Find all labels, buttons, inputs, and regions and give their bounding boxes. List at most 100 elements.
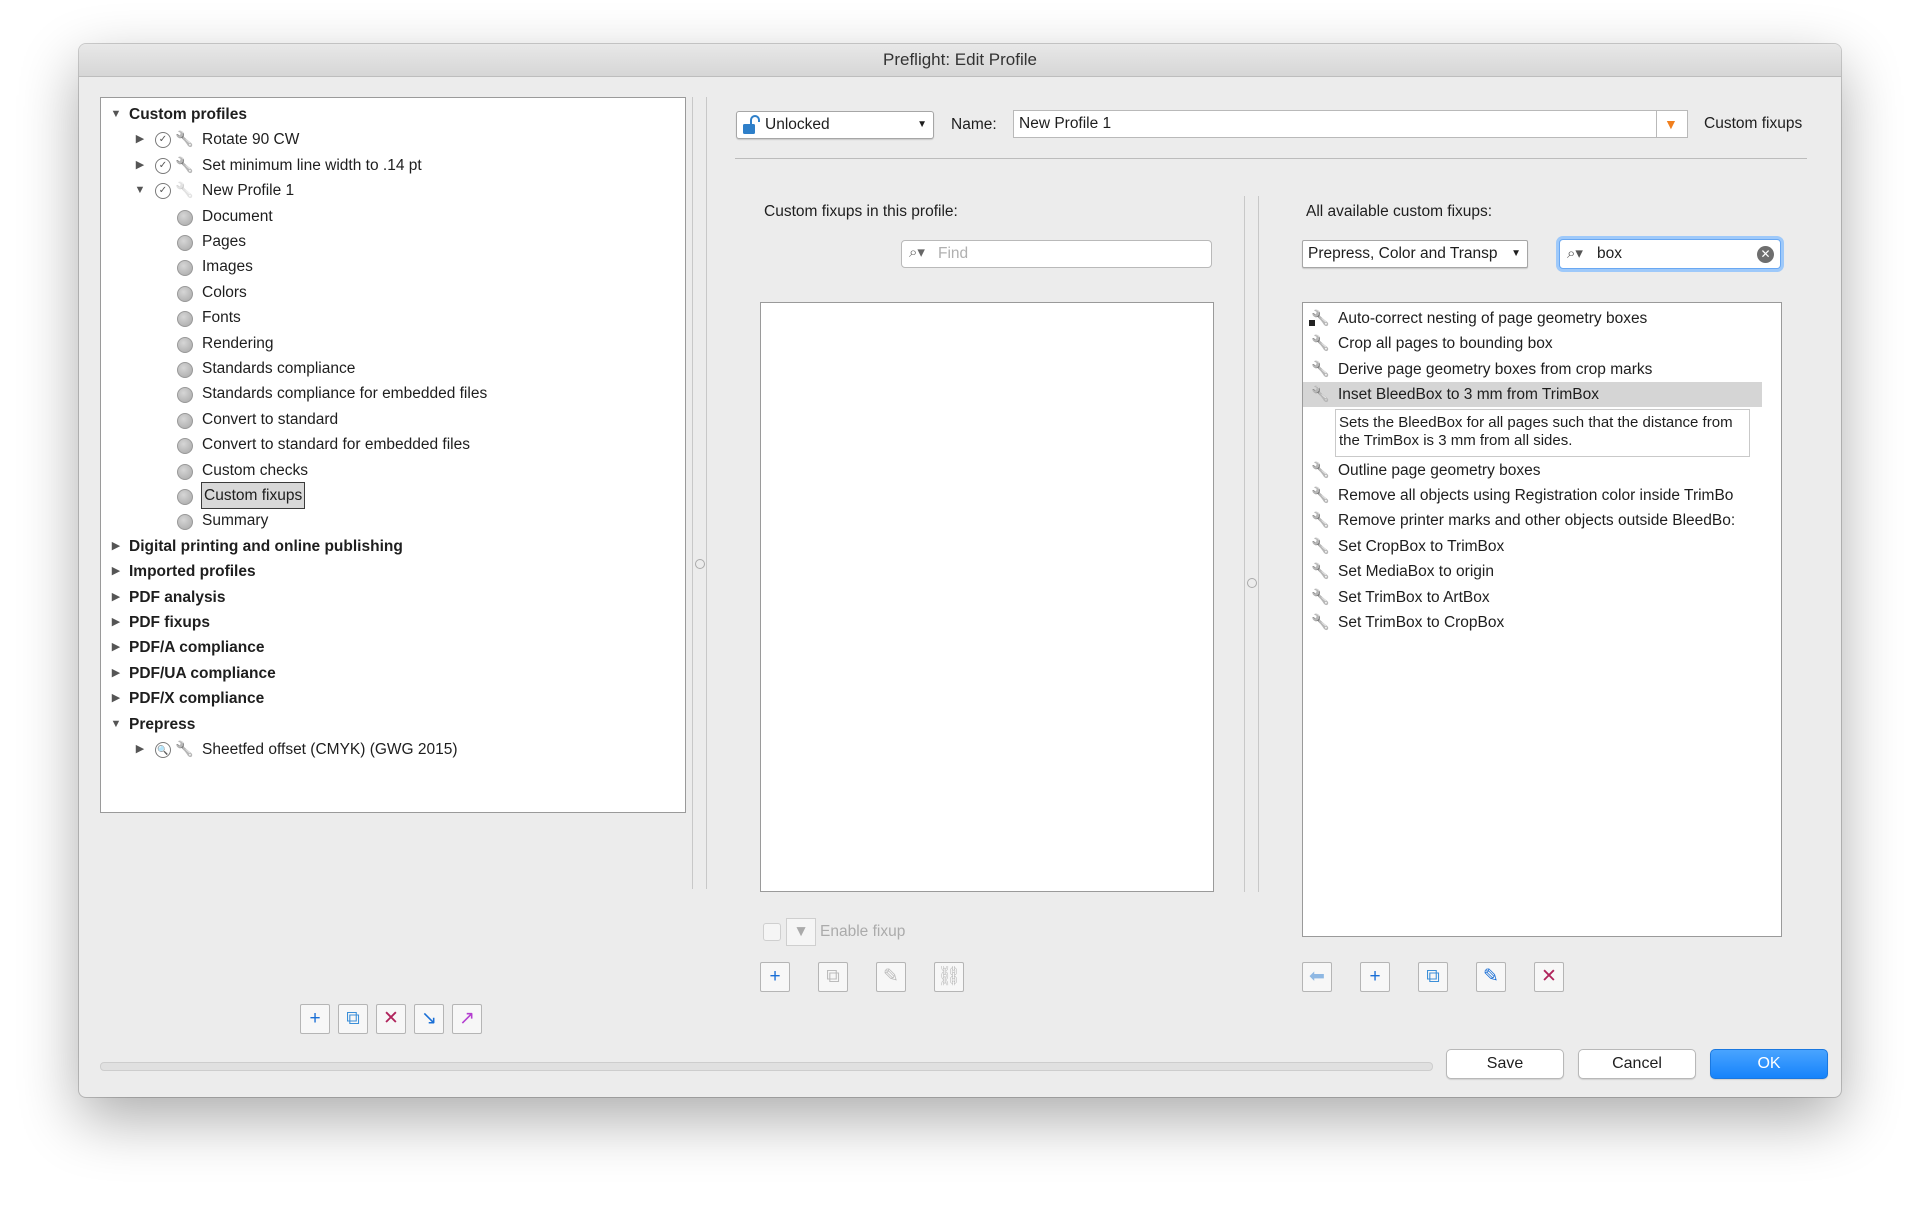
tree-item-label: Digital printing and online publishing (129, 537, 403, 555)
splitter-right-edge (1258, 196, 1259, 892)
lock-state-popup[interactable]: Unlocked ▼ (736, 111, 934, 139)
fixup-list-item[interactable]: 🔧 Set CropBox to TrimBox (1303, 534, 1781, 559)
tree-item[interactable]: Standards compliance (101, 356, 681, 381)
profile-tree-toolbar: + ⧉ ✕ ↘ ↗ (300, 1004, 500, 1034)
tree-item[interactable]: Rendering (101, 331, 681, 356)
tree-item[interactable]: ▶ Digital printing and online publishing (101, 534, 681, 559)
fixup-list-item[interactable]: 🔧 Set MediaBox to origin (1303, 559, 1781, 584)
tree-item[interactable]: ▼ Prepress (101, 712, 681, 737)
fixup-list-item-label: Auto-correct nesting of page geometry bo… (1338, 310, 1648, 327)
move-to-profile-button[interactable]: ⬅ (1302, 962, 1332, 992)
save-button[interactable]: Save (1446, 1049, 1564, 1079)
category-popup[interactable]: Prepress, Color and Transp ▼ (1302, 240, 1528, 268)
tree-item[interactable]: ▶ Imported profiles (101, 559, 681, 584)
tree-item[interactable]: Colors (101, 280, 681, 305)
profile-name-value: New Profile 1 (1019, 115, 1112, 132)
lock-state-label: Unlocked (765, 116, 830, 133)
available-fixups-list[interactable]: 🔧 Auto-correct nesting of page geometry b… (1302, 302, 1782, 937)
fixup-list-item[interactable]: 🔧 Set TrimBox to ArtBox (1303, 585, 1781, 610)
fixup-list-item-label: Set TrimBox to ArtBox (1338, 588, 1490, 606)
tree-item[interactable]: ▶ PDF/A compliance (101, 635, 681, 660)
tree-item[interactable]: ▶ PDF/X compliance (101, 686, 681, 711)
splitter-right[interactable] (1244, 196, 1245, 892)
delete-x-icon: ✕ (1541, 966, 1557, 987)
enable-fixup-checkbox[interactable] (763, 923, 781, 941)
add-fixup-button[interactable]: + (760, 962, 790, 992)
tree-item[interactable]: ▶ PDF fixups (101, 610, 681, 635)
delete-custom-fixup-button[interactable]: ✕ (1534, 962, 1564, 992)
tree-item[interactable]: Custom fixups (101, 482, 681, 509)
name-menu-button[interactable]: ▼ (1656, 110, 1688, 138)
fixup-list-item[interactable]: 🔧 Auto-correct nesting of page geometry b… (1303, 306, 1781, 331)
clear-search-icon[interactable]: ✕ (1757, 246, 1774, 263)
tree-item[interactable]: Standards compliance for embedded files (101, 381, 681, 406)
fixup-list-item[interactable]: 🔧 Outline page geometry boxes (1303, 458, 1781, 483)
duplicate-fixup-button[interactable]: ⧉ (818, 962, 848, 992)
disclosure-collapsed-icon[interactable]: ▶ (109, 686, 123, 711)
disclosure-expanded-icon[interactable]: ▼ (133, 178, 147, 203)
tree-item[interactable]: Summary (101, 508, 681, 533)
profile-name-field[interactable]: New Profile 1 (1013, 110, 1658, 138)
tree-item[interactable]: ▶ ✓ 🔧 Set minimum line width to .14 pt (101, 153, 681, 178)
window-title: Preflight: Edit Profile (79, 44, 1841, 77)
disclosure-expanded-icon[interactable]: ▼ (109, 712, 123, 737)
wrench-icon: 🔧 (175, 156, 194, 174)
disclosure-collapsed-icon[interactable]: ▶ (133, 153, 147, 178)
tree-item[interactable]: Pages (101, 229, 681, 254)
fixup-list-item-label: Derive page geometry boxes from crop mar… (1338, 360, 1653, 378)
fixup-list-item[interactable]: 🔧 Set TrimBox to CropBox (1303, 610, 1781, 635)
fixup-list-item[interactable]: 🔧 Crop all pages to bounding box (1303, 331, 1781, 356)
splitter-right-handle-icon[interactable] (1247, 578, 1257, 588)
fixup-list-item[interactable]: 🔧 Inset BleedBox to 3 mm from TrimBox (1303, 382, 1762, 408)
add-profile-button[interactable]: + (300, 1004, 330, 1034)
import-profile-button[interactable]: ↘ (414, 1004, 444, 1034)
disclosure-collapsed-icon[interactable]: ▶ (109, 610, 123, 635)
disclosure-collapsed-icon[interactable]: ▶ (109, 635, 123, 660)
available-fixups-search-field[interactable]: ⌕▾ box ✕ (1559, 239, 1781, 269)
disclosure-collapsed-icon[interactable]: ▶ (109, 661, 123, 686)
fixup-description-tooltip: Sets the BleedBox for all pages such tha… (1335, 408, 1750, 457)
tree-item-label: Images (202, 258, 253, 276)
disclosure-collapsed-icon[interactable]: ▶ (109, 585, 123, 610)
tree-item[interactable]: Images (101, 254, 681, 279)
tree-item[interactable]: Convert to standard (101, 407, 681, 432)
edit-custom-fixup-button[interactable]: ✎ (1476, 962, 1506, 992)
status-dot-icon (177, 285, 193, 302)
duplicate-profile-button[interactable]: ⧉ (338, 1004, 368, 1034)
tree-item[interactable]: Fonts (101, 305, 681, 330)
new-custom-fixup-button[interactable]: + (1360, 962, 1390, 992)
enable-fixup-menu-button[interactable]: ▼ (786, 918, 816, 946)
tree-item[interactable]: ▶ PDF/UA compliance (101, 661, 681, 686)
tree-item[interactable]: ▼ ✓ 🔧 New Profile 1 (101, 178, 681, 203)
tree-item[interactable]: ▶ PDF analysis (101, 585, 681, 610)
profile-fixups-list[interactable] (760, 302, 1214, 892)
disclosure-collapsed-icon[interactable]: ▶ (109, 559, 123, 584)
profile-fixups-find-field[interactable]: ⌕▾ Find (901, 240, 1212, 268)
disclosure-expanded-icon[interactable]: ▼ (109, 102, 123, 127)
duplicate-custom-fixup-button[interactable]: ⧉ (1418, 962, 1448, 992)
splitter-left[interactable] (692, 97, 693, 889)
disclosure-collapsed-icon[interactable]: ▶ (133, 127, 147, 152)
fixup-list-item[interactable]: 🔧 Remove printer marks and other objects … (1303, 508, 1781, 533)
edit-fixup-button[interactable]: ✎ (876, 962, 906, 992)
tree-item[interactable]: ▼ Custom profiles (101, 102, 681, 127)
tree-item[interactable]: Convert to standard for embedded files (101, 432, 681, 457)
profile-tree[interactable]: ▼ Custom profiles ▶ ✓ 🔧 Rotate 90 CW ▶ ✓ 🔧 Set mi… (100, 97, 686, 813)
export-profile-button[interactable]: ↗ (452, 1004, 482, 1034)
tree-item[interactable]: ▶ 🔍 🔧 Sheetfed offset (CMYK) (GWG 2015) (101, 737, 681, 762)
wrench-icon: 🔧 (1311, 360, 1330, 378)
cancel-button[interactable]: Cancel (1578, 1049, 1696, 1079)
ok-button[interactable]: OK (1710, 1049, 1828, 1079)
wrench-icon: 🔧 (175, 182, 194, 200)
delete-profile-button[interactable]: ✕ (376, 1004, 406, 1034)
splitter-handle-icon[interactable] (695, 559, 705, 569)
disclosure-collapsed-icon[interactable]: ▶ (109, 534, 123, 559)
link-fixup-button[interactable]: ⛓ (934, 962, 964, 992)
tree-item[interactable]: ▶ ✓ 🔧 Rotate 90 CW (101, 127, 681, 152)
fixup-list-item[interactable]: 🔧 Derive page geometry boxes from crop ma… (1303, 357, 1781, 382)
orange-triangle-icon: ▼ (1664, 116, 1678, 132)
fixup-list-item[interactable]: 🔧 Remove all objects using Registration c… (1303, 483, 1781, 508)
tree-item[interactable]: Custom checks (101, 458, 681, 483)
disclosure-collapsed-icon[interactable]: ▶ (133, 737, 147, 762)
tree-item[interactable]: Document (101, 204, 681, 229)
